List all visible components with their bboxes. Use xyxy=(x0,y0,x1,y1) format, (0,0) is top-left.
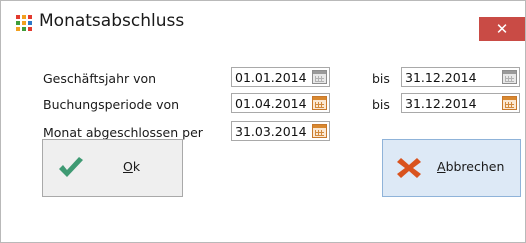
geschaeftsjahr-bis-input[interactable]: 31.12.2014 xyxy=(401,67,520,87)
bis-label: bis xyxy=(372,71,390,86)
calendar-icon[interactable] xyxy=(502,70,517,84)
geschaeftsjahr-bis-value: 31.12.2014 xyxy=(405,70,477,85)
ok-button-label: Ok xyxy=(123,159,141,174)
cancel-button[interactable]: Abbrechen xyxy=(382,139,521,197)
monat-abgeschlossen-input[interactable]: 31.03.2014 xyxy=(231,121,330,141)
dialog-window: Monatsabschluss ✕ Geschäftsjahr von 01.0… xyxy=(0,0,526,243)
monat-abgeschlossen-value: 31.03.2014 xyxy=(235,124,307,139)
buchungsperiode-von-value: 01.04.2014 xyxy=(235,96,307,111)
calendar-icon[interactable] xyxy=(312,124,327,138)
geschaeftsjahr-von-input[interactable]: 01.01.2014 xyxy=(231,67,330,87)
calendar-icon[interactable] xyxy=(312,70,327,84)
cancel-button-label: Abbrechen xyxy=(437,159,505,174)
close-button[interactable]: ✕ xyxy=(479,17,525,41)
calendar-icon[interactable] xyxy=(312,96,327,110)
bis-label: bis xyxy=(372,97,390,112)
label-buchungsperiode: Buchungsperiode von xyxy=(43,97,180,112)
ok-button[interactable]: Ok xyxy=(42,139,183,197)
label-monat-abgeschlossen: Monat abgeschlossen per xyxy=(43,125,203,140)
label-geschaeftsjahr: Geschäftsjahr von xyxy=(43,71,157,86)
app-grid-icon xyxy=(16,15,32,31)
cross-icon xyxy=(397,158,421,178)
calendar-icon[interactable] xyxy=(502,96,517,110)
title-bar: Monatsabschluss ✕ xyxy=(1,1,525,45)
window-title: Monatsabschluss xyxy=(39,11,185,31)
checkmark-icon xyxy=(59,157,83,177)
geschaeftsjahr-von-value: 01.01.2014 xyxy=(235,70,307,85)
buchungsperiode-bis-value: 31.12.2014 xyxy=(405,96,477,111)
buchungsperiode-bis-input[interactable]: 31.12.2014 xyxy=(401,93,520,113)
buchungsperiode-von-input[interactable]: 01.04.2014 xyxy=(231,93,330,113)
close-icon: ✕ xyxy=(495,20,509,38)
